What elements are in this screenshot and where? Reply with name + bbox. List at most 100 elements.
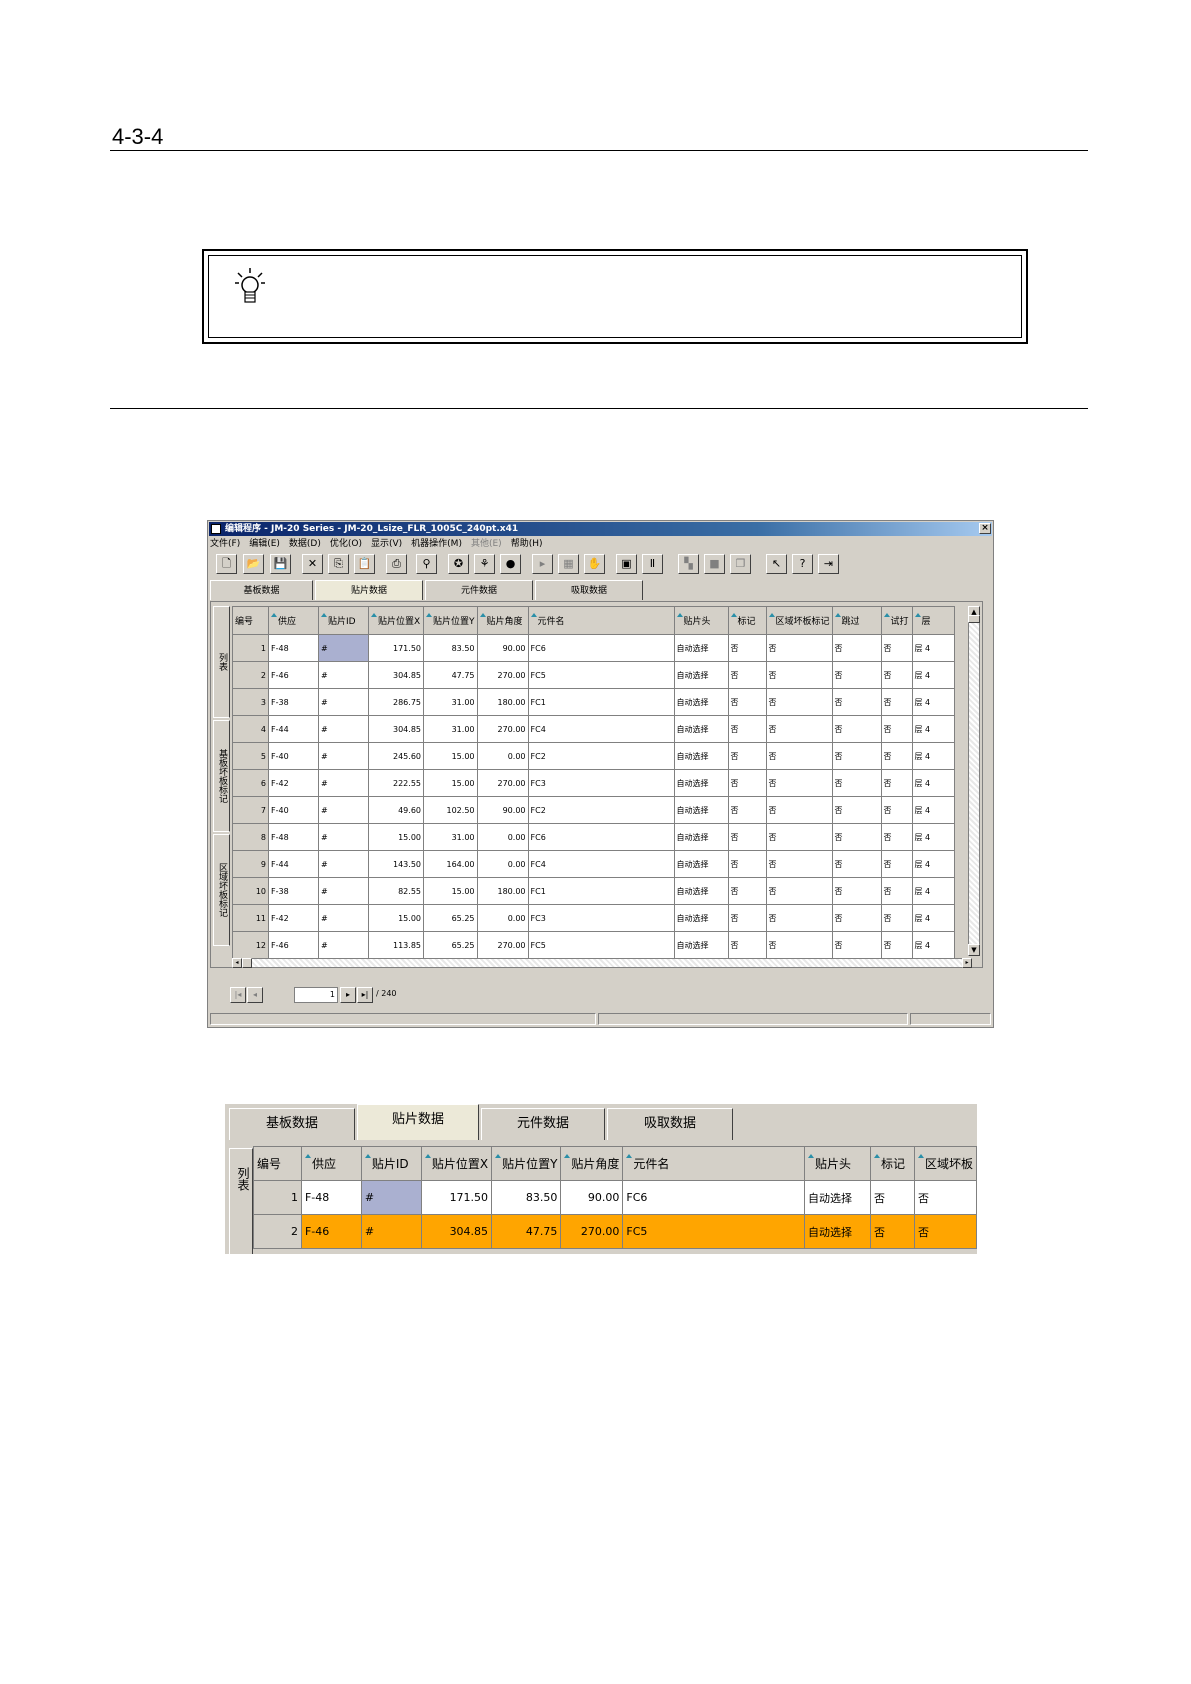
- table-cell[interactable]: 10: [232, 877, 269, 905]
- table-cell[interactable]: 否: [765, 742, 833, 770]
- table-cell[interactable]: F-42: [268, 904, 319, 932]
- table-cell[interactable]: 2: [232, 661, 269, 689]
- table-cell[interactable]: 层 4: [911, 904, 955, 932]
- table-cell[interactable]: 否: [880, 715, 913, 743]
- step-button[interactable]: ▸: [532, 554, 553, 574]
- table-cell[interactable]: 否: [727, 796, 767, 824]
- column-header[interactable]: 编号: [232, 606, 269, 635]
- table-cell[interactable]: 否: [831, 634, 882, 662]
- table-cell[interactable]: 否: [727, 850, 767, 878]
- table-cell[interactable]: #: [318, 769, 369, 797]
- table-cell[interactable]: FC1: [527, 877, 675, 905]
- table-cell[interactable]: 否: [880, 769, 913, 797]
- table-cell[interactable]: 164.00: [423, 850, 478, 878]
- align-button[interactable]: Ⅱ: [642, 554, 663, 574]
- zoom-column-header[interactable]: 贴片ID: [360, 1146, 422, 1181]
- zoom-column-header[interactable]: 供应: [300, 1146, 362, 1181]
- table-cell[interactable]: 0.00: [476, 823, 529, 851]
- zoom-table-cell[interactable]: 83.50: [491, 1180, 562, 1215]
- scroll-thumb[interactable]: [968, 615, 980, 623]
- table-cell[interactable]: 否: [765, 715, 833, 743]
- help-pointer-button[interactable]: ↖: [766, 554, 787, 574]
- table-cell[interactable]: F-46: [268, 931, 319, 959]
- table-cell[interactable]: 否: [765, 688, 833, 716]
- zoom-table-cell[interactable]: 171.50: [420, 1180, 493, 1215]
- table-cell[interactable]: FC6: [527, 823, 675, 851]
- tree-button[interactable]: ⚘: [474, 554, 495, 574]
- table-cell[interactable]: #: [318, 850, 369, 878]
- table-cell[interactable]: #: [318, 742, 369, 770]
- table-cell[interactable]: 否: [831, 904, 882, 932]
- zoom-table-row[interactable]: 1 F-48 #171.50 83.50 90.00 FC6 自动选择否否: [253, 1180, 977, 1215]
- table-cell[interactable]: 47.75: [423, 661, 478, 689]
- table-cell[interactable]: 否: [727, 823, 767, 851]
- table-cell[interactable]: 否: [727, 742, 767, 770]
- table-cell[interactable]: 90.00: [476, 634, 529, 662]
- table-cell[interactable]: 层 4: [911, 823, 955, 851]
- table-cell[interactable]: 286.75: [368, 688, 424, 716]
- table-cell[interactable]: 304.85: [368, 661, 424, 689]
- table-cell[interactable]: 否: [831, 931, 882, 959]
- new-file-button[interactable]: 🗋: [216, 554, 237, 574]
- menu-item[interactable]: 其他(E): [471, 539, 502, 549]
- table-cell[interactable]: 270.00: [476, 715, 529, 743]
- zoom-table-cell[interactable]: 2: [253, 1214, 302, 1249]
- zoom-column-header[interactable]: 标记: [869, 1146, 915, 1181]
- table-cell[interactable]: 否: [831, 823, 882, 851]
- table-cell[interactable]: 否: [880, 688, 913, 716]
- column-header[interactable]: 供应: [268, 606, 319, 635]
- table-cell[interactable]: 自动选择: [673, 877, 729, 905]
- table-cell[interactable]: 自动选择: [673, 688, 729, 716]
- zoom-table-cell[interactable]: 否: [913, 1180, 977, 1215]
- table-cell[interactable]: 自动选择: [673, 796, 729, 824]
- column-header[interactable]: 贴片角度: [476, 606, 529, 635]
- dim-block-button[interactable]: ▚: [678, 554, 699, 574]
- table-cell[interactable]: 否: [880, 742, 913, 770]
- table-cell[interactable]: 否: [765, 850, 833, 878]
- table-cell[interactable]: 自动选择: [673, 850, 729, 878]
- column-header[interactable]: 试打: [880, 606, 913, 635]
- menu-item[interactable]: 文件(F): [210, 539, 240, 549]
- zoom-table-cell[interactable]: FC5: [622, 1214, 806, 1249]
- copy-button[interactable]: ⎘: [328, 554, 349, 574]
- table-cell[interactable]: 否: [727, 769, 767, 797]
- zoom-tab-0[interactable]: 基板数据: [229, 1108, 355, 1140]
- paste-button[interactable]: 📋: [354, 554, 375, 574]
- zoom-table-cell[interactable]: 90.00: [560, 1180, 624, 1215]
- column-header[interactable]: 层: [911, 606, 955, 635]
- table-cell[interactable]: F-38: [268, 688, 319, 716]
- table-cell[interactable]: 否: [831, 850, 882, 878]
- vertical-scrollbar[interactable]: ▲ ▼: [968, 606, 980, 956]
- table-row[interactable]: 6 F-42 #222.55 15.00 270.00 FC3 自动选择否否否否层 4: [232, 769, 955, 797]
- table-cell[interactable]: 自动选择: [673, 742, 729, 770]
- table-row[interactable]: 8 F-48 #15.00 31.00 0.00 FC6 自动选择否否否否层 4: [232, 823, 955, 851]
- table-cell[interactable]: 15.00: [368, 823, 424, 851]
- table-cell[interactable]: FC3: [527, 769, 675, 797]
- table-cell[interactable]: 否: [831, 661, 882, 689]
- help-button[interactable]: ?: [792, 554, 813, 574]
- table-cell[interactable]: #: [318, 796, 369, 824]
- close-button[interactable]: ×: [979, 523, 991, 534]
- zoom-table-cell[interactable]: 304.85: [420, 1214, 493, 1249]
- tab-3[interactable]: 吸取数据: [535, 580, 643, 600]
- zoom-column-header[interactable]: 编号: [253, 1146, 302, 1181]
- column-header[interactable]: 跳过: [831, 606, 882, 635]
- color-circles-button[interactable]: ●: [500, 554, 521, 574]
- zoom-table-cell[interactable]: 1: [253, 1180, 302, 1215]
- column-header[interactable]: 标记: [727, 606, 767, 635]
- table-cell[interactable]: 否: [765, 796, 833, 824]
- side-tab-1[interactable]: 基板坏板标记: [213, 720, 230, 832]
- table-cell[interactable]: 否: [831, 796, 882, 824]
- board-button[interactable]: ▣: [616, 554, 637, 574]
- table-cell[interactable]: 31.00: [423, 715, 478, 743]
- table-cell[interactable]: 否: [880, 796, 913, 824]
- scroll-left-button[interactable]: ◂: [232, 958, 242, 968]
- zoom-side-tab[interactable]: 列表: [229, 1148, 253, 1254]
- table-cell[interactable]: 5: [232, 742, 269, 770]
- table-cell[interactable]: 否: [727, 634, 767, 662]
- table-row[interactable]: 2 F-46 #304.85 47.75 270.00 FC5 自动选择否否否否层 4: [232, 661, 955, 689]
- table-cell[interactable]: 否: [727, 877, 767, 905]
- table-cell[interactable]: 自动选择: [673, 634, 729, 662]
- table-cell[interactable]: 65.25: [423, 931, 478, 959]
- table-cell[interactable]: 8: [232, 823, 269, 851]
